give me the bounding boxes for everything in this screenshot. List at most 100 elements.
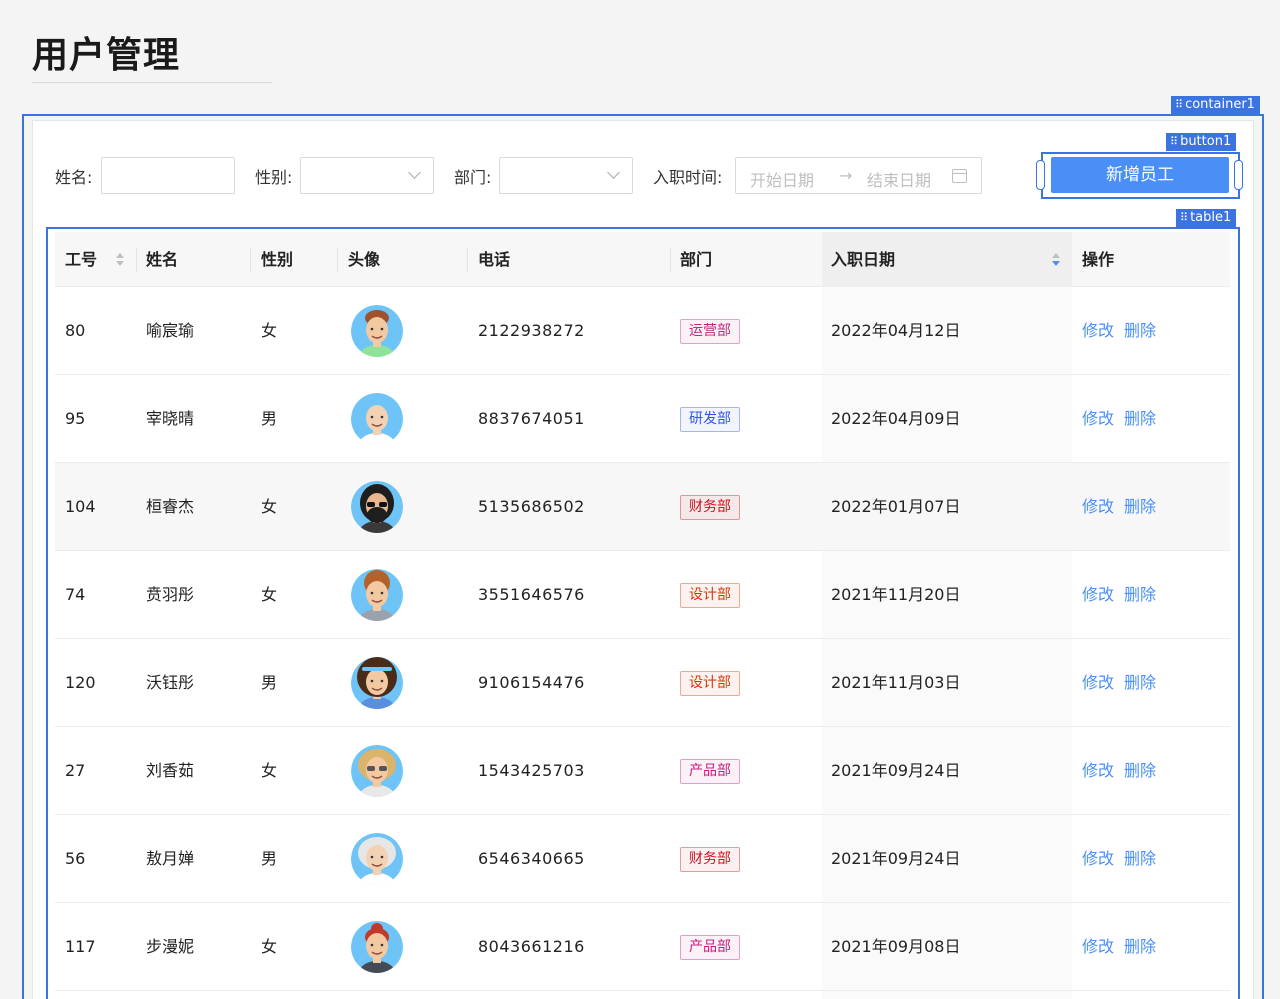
button-tag-label: button1 <box>1180 134 1232 149</box>
hire-date: 2021年09月24日 <box>831 761 961 780</box>
dept-badge: 财务部 <box>680 495 740 520</box>
dept-filter-label: 部门: <box>454 168 492 187</box>
employee-gender: 女 <box>261 937 278 956</box>
employee-gender: 女 <box>261 497 278 516</box>
edit-link[interactable]: 修改 <box>1082 815 1114 903</box>
employee-name: 敖月婵 <box>146 849 195 868</box>
column-header-avatar: 头像 <box>348 250 381 269</box>
red-bun-avatar-icon <box>351 921 403 973</box>
delete-link[interactable]: 删除 <box>1124 639 1156 727</box>
table-row[interactable]: 27 刘香茹 女 1543425703 产品部 2021年09月24日 修改 删… <box>55 727 1230 815</box>
employee-id: 27 <box>65 761 86 780</box>
column-header-name: 姓名 <box>146 250 179 269</box>
table-row[interactable]: 80 喻宸瑜 女 2122938272 运营部 2022年04月12日 修改 删… <box>55 287 1230 375</box>
button-selection-tag[interactable]: ⠿ button1 <box>1166 133 1237 151</box>
employee-phone: 5135686502 <box>478 497 585 516</box>
table-row[interactable]: 95 宰晓晴 男 8837674051 研发部 2022年04月09日 修改 删… <box>55 375 1230 463</box>
edit-link[interactable]: 修改 <box>1082 463 1114 551</box>
edit-link[interactable]: 修改 <box>1082 375 1114 463</box>
dept-badge: 产品部 <box>680 935 740 960</box>
table-row[interactable]: 56 敖月婵 男 6546340665 财务部 2021年09月24日 修改 删… <box>55 815 1230 903</box>
hire-date-range-picker[interactable]: 开始日期 → 结束日期 <box>735 157 982 194</box>
edit-link[interactable]: 修改 <box>1082 287 1114 375</box>
employee-phone: 1543425703 <box>478 761 585 780</box>
add-employee-button[interactable]: 新增员工 <box>1051 157 1229 193</box>
curly-red-hair-avatar-icon <box>351 569 403 621</box>
start-date-placeholder[interactable]: 开始日期 <box>750 167 814 191</box>
hire-date: 2022年04月09日 <box>831 409 961 428</box>
page-title: 用户管理 <box>32 35 181 76</box>
bald-avatar-icon <box>351 393 403 445</box>
delete-link[interactable]: 删除 <box>1124 287 1156 375</box>
column-header-gender: 性别 <box>261 250 294 269</box>
employee-gender: 女 <box>261 585 278 604</box>
employee-phone: 8837674051 <box>478 409 585 428</box>
container-selection-tag[interactable]: ⠿ container1 <box>1171 96 1260 114</box>
dept-filter-select[interactable] <box>499 157 633 194</box>
gender-filter-select[interactable] <box>300 157 434 194</box>
employee-id: 104 <box>65 497 96 516</box>
employee-name: 宰晓晴 <box>146 409 195 428</box>
column-divider <box>250 248 251 272</box>
employee-phone: 9106154476 <box>478 673 585 692</box>
sort-icon[interactable] <box>116 253 125 267</box>
hire-date: 2021年09月08日 <box>831 937 961 956</box>
column-header-hire-date[interactable]: 入职日期 <box>831 232 895 287</box>
employee-phone: 3551646576 <box>478 585 585 604</box>
column-header-actions: 操作 <box>1082 250 1115 269</box>
employee-gender: 女 <box>261 321 278 340</box>
delete-link[interactable]: 删除 <box>1124 903 1156 991</box>
resize-handle-right[interactable] <box>1234 160 1243 190</box>
edit-link[interactable]: 修改 <box>1082 727 1114 815</box>
employee-phone: 8043661216 <box>478 937 585 956</box>
drag-grip-icon: ⠿ <box>1175 98 1183 111</box>
employee-gender: 男 <box>261 673 278 692</box>
table-row[interactable]: 120 沃钰彤 男 9106154476 设计部 2021年11月03日 修改 … <box>55 639 1230 727</box>
column-divider <box>136 248 137 272</box>
hire-date: 2022年01月07日 <box>831 497 961 516</box>
table-selection-tag[interactable]: ⠿ table1 <box>1176 209 1237 227</box>
container-tag-label: container1 <box>1185 97 1255 112</box>
hire-date: 2021年09月24日 <box>831 849 961 868</box>
employee-name: 喻宸瑜 <box>146 321 195 340</box>
white-hair-avatar-icon <box>351 833 403 885</box>
table-tag-label: table1 <box>1190 210 1232 225</box>
delete-link[interactable]: 删除 <box>1124 463 1156 551</box>
employee-id: 80 <box>65 321 86 340</box>
edit-link[interactable]: 修改 <box>1082 639 1114 727</box>
dept-badge: 财务部 <box>680 847 740 872</box>
delete-link[interactable]: 删除 <box>1124 727 1156 815</box>
employee-name: 步漫妮 <box>146 937 195 956</box>
column-header-id[interactable]: 工号 <box>65 232 97 287</box>
edit-link[interactable]: 修改 <box>1082 551 1114 639</box>
table-row[interactable]: 74 贲羽彤 女 3551646576 设计部 2021年11月20日 修改 删… <box>55 551 1230 639</box>
dept-badge: 运营部 <box>680 319 740 344</box>
delete-link[interactable]: 删除 <box>1124 551 1156 639</box>
table-row[interactable]: 104 桓睿杰 女 5135686502 财务部 2022年01月07日 修改 … <box>55 463 1230 551</box>
sort-descending-icon[interactable] <box>1052 253 1061 267</box>
table-row[interactable]: 117 步漫妮 女 8043661216 产品部 2021年09月08日 修改 … <box>55 903 1230 991</box>
dept-badge: 产品部 <box>680 759 740 784</box>
employee-gender: 男 <box>261 409 278 428</box>
delete-link[interactable]: 删除 <box>1124 815 1156 903</box>
column-header-dept: 部门 <box>680 250 713 269</box>
short-brown-hair-avatar-icon <box>351 305 403 357</box>
employee-id: 120 <box>65 673 96 692</box>
hire-date: 2021年11月03日 <box>831 673 961 692</box>
hire-date: 2022年04月12日 <box>831 321 961 340</box>
hire-date-filter-label: 入职时间: <box>653 168 723 187</box>
employee-name: 沃钰彤 <box>146 673 195 692</box>
calendar-icon <box>952 169 967 183</box>
delete-link[interactable]: 删除 <box>1124 375 1156 463</box>
title-divider <box>32 82 272 83</box>
blonde-sunglasses-avatar-icon <box>351 745 403 797</box>
employee-id: 117 <box>65 937 96 956</box>
resize-handle-left[interactable] <box>1036 160 1045 190</box>
bearded-sunglasses-avatar-icon <box>351 481 403 533</box>
column-divider <box>670 248 671 272</box>
name-filter-input[interactable] <box>101 157 235 194</box>
end-date-placeholder[interactable]: 结束日期 <box>867 167 931 191</box>
employee-name: 桓睿杰 <box>146 497 195 516</box>
edit-link[interactable]: 修改 <box>1082 903 1114 991</box>
dept-badge: 设计部 <box>680 583 740 608</box>
